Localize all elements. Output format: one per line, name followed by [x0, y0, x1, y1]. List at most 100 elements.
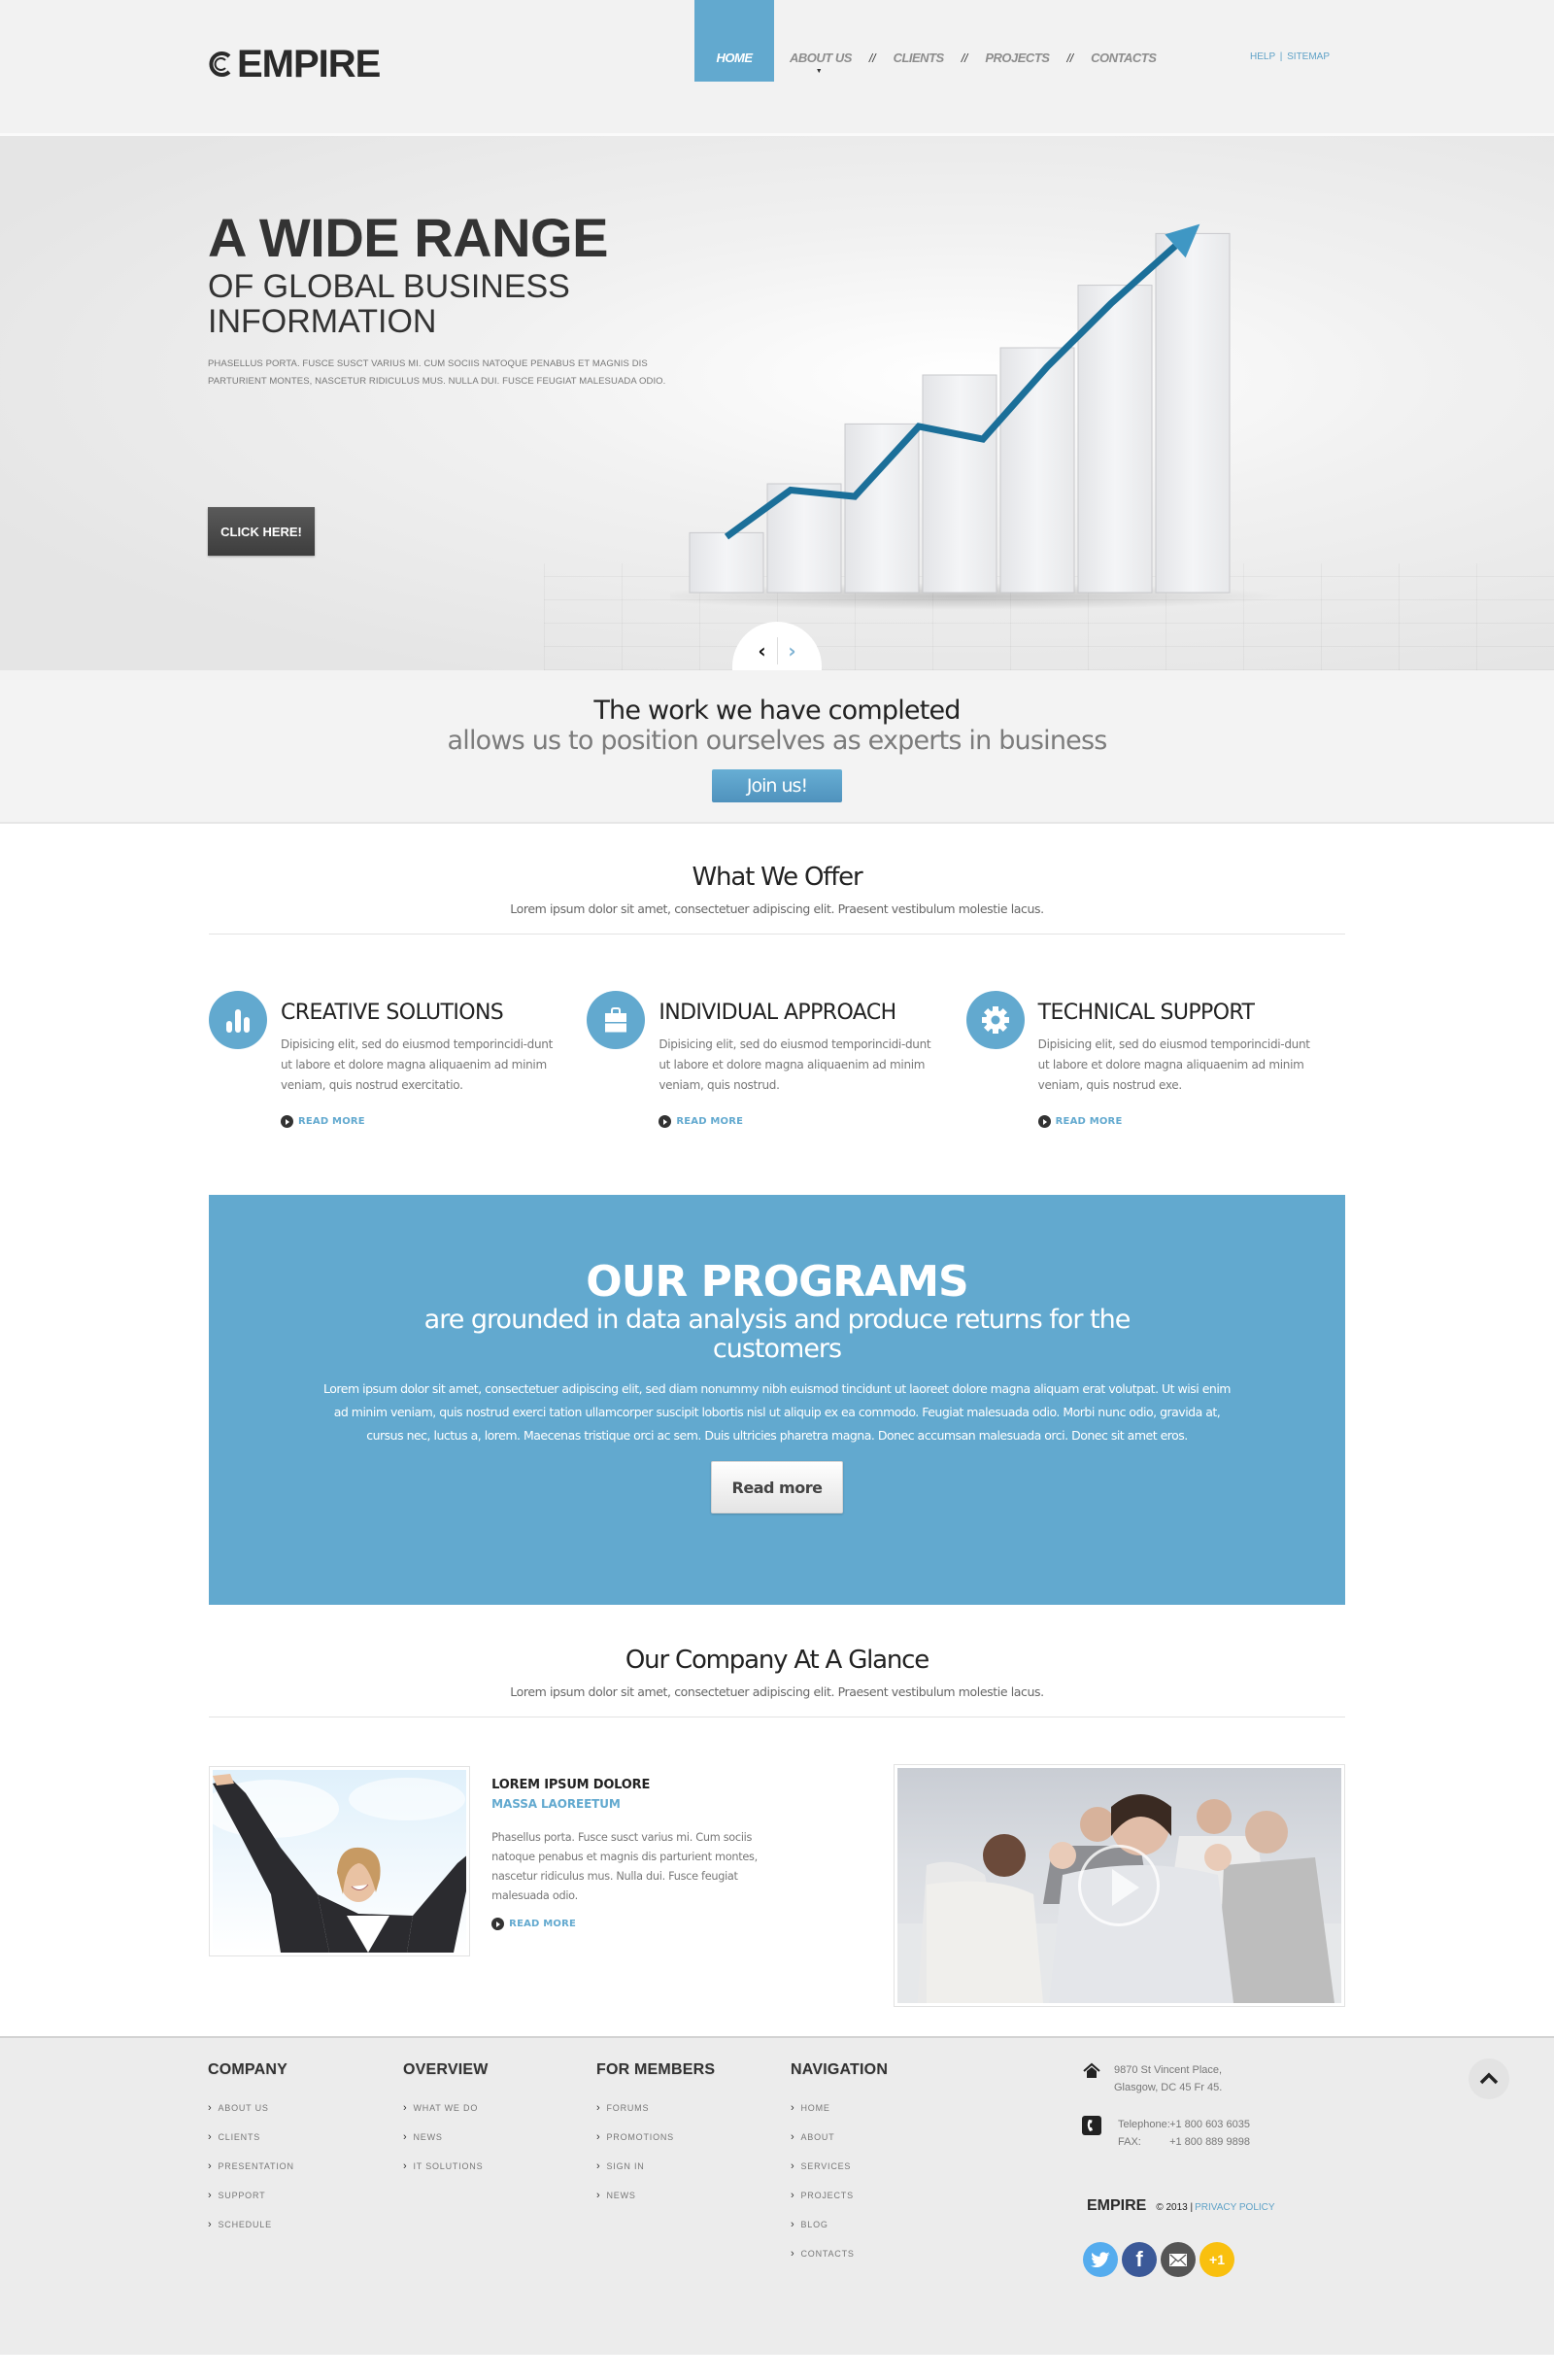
article-subheading: MASSA LAOREETUM: [491, 1797, 621, 1811]
nav-clients[interactable]: CLIENTS: [882, 0, 956, 82]
fax-label: FAX:: [1118, 2136, 1141, 2148]
feature-list: CREATIVE SOLUTIONS Dipisicing elit, sed …: [209, 935, 1345, 1195]
play-video-icon[interactable]: [1078, 1845, 1161, 1926]
nav-projects[interactable]: PROJECTS: [973, 0, 1061, 82]
programs-read-more-button[interactable]: Read more: [711, 1461, 843, 1513]
chevron-up-icon: [1479, 2072, 1499, 2085]
feature-creative-solutions: CREATIVE SOLUTIONS Dipisicing elit, sed …: [209, 991, 588, 1195]
footer-link[interactable]: PROMOTIONS: [596, 2131, 715, 2160]
read-more-link[interactable]: READ MORE: [659, 1115, 930, 1128]
logo-swirl-icon: [208, 51, 233, 78]
video-thumbnail[interactable]: [893, 1764, 1345, 2007]
businesswoman-image: [213, 1770, 467, 1953]
nav-home[interactable]: HOME: [694, 0, 774, 82]
programs-title: OUR PROGRAMS: [586, 1257, 968, 1307]
click-here-button[interactable]: CLICK HERE!: [208, 507, 315, 556]
slider-next-button[interactable]: ›: [778, 641, 807, 661]
what-we-offer-section: What We Offer Lorem ipsum dolor sit amet…: [0, 824, 1554, 1195]
hero-subtitle-line1: OF GLOBAL BUSINESS: [208, 268, 570, 305]
facebook-icon[interactable]: f: [1122, 2242, 1157, 2277]
footer-link[interactable]: SUPPORT: [208, 2190, 294, 2219]
twitter-icon[interactable]: [1083, 2242, 1118, 2277]
privacy-policy-link[interactable]: PRIVACY POLICY: [1195, 2202, 1274, 2213]
footer-link[interactable]: HOME: [791, 2102, 888, 2131]
copyright: © 2013 |: [1156, 2202, 1194, 2213]
cta-banner: The work we have completed allows us to …: [0, 670, 1554, 824]
fax-number: +1 800 889 9898: [1169, 2136, 1250, 2148]
read-more-label: READ MORE: [298, 1116, 365, 1127]
nav-about-us[interactable]: ABOUT US ▼: [774, 0, 863, 82]
article-photo[interactable]: [209, 1766, 471, 1956]
briefcase-icon: [587, 991, 646, 1049]
company-glance-section: Our Company At A Glance Lorem ipsum dolo…: [0, 1605, 1554, 2036]
nav-contacts[interactable]: CONTACTS: [1079, 0, 1167, 82]
footer-link[interactable]: PROJECTS: [791, 2190, 888, 2219]
nav-about-us-label: ABOUT US: [790, 51, 852, 65]
footer-link[interactable]: PRESENTATION: [208, 2160, 294, 2190]
programs-panel: OUR PROGRAMS are grounded in data analys…: [209, 1195, 1345, 1605]
footer-link[interactable]: WHAT WE DO: [403, 2102, 489, 2131]
programs-text: Lorem ipsum dolor sit amet, consectetuer…: [323, 1381, 1231, 1443]
footer-link[interactable]: SERVICES: [791, 2160, 888, 2190]
footer-link-list: HOMEABOUTSERVICESPROJECTSBLOGCONTACTS: [791, 2102, 888, 2277]
footer-brand-name: EMPIRE: [1087, 2197, 1147, 2214]
main-nav: HOME ABOUT US ▼ // CLIENTS // PROJECTS /…: [694, 0, 1167, 82]
footer-link[interactable]: CONTACTS: [791, 2248, 888, 2277]
back-to-top-button[interactable]: [1469, 2058, 1509, 2099]
footer-link[interactable]: SCHEDULE: [208, 2219, 294, 2248]
footer-link[interactable]: NEWS: [596, 2190, 715, 2219]
footer-link[interactable]: IT SOLUTIONS: [403, 2160, 489, 2190]
feature-title: INDIVIDUAL APPROACH: [659, 1001, 896, 1025]
section-subtitle: Lorem ipsum dolor sit amet, consectetuer…: [510, 901, 1044, 916]
footer-column-overview: OVERVIEW WHAT WE DONEWSIT SOLUTIONS: [403, 2061, 489, 2190]
phone-icon: [1082, 2116, 1101, 2135]
address-line2: Glasgow, DC 45 Fr 45.: [1114, 2082, 1223, 2093]
article-heading: LOREM IPSUM DOLORE: [491, 1778, 651, 1792]
footer-link[interactable]: CLIENTS: [208, 2131, 294, 2160]
email-icon[interactable]: [1161, 2242, 1196, 2277]
feature-individual-approach: INDIVIDUAL APPROACH Dipisicing elit, sed…: [587, 991, 965, 1195]
feature-title: TECHNICAL SUPPORT: [1037, 1001, 1255, 1025]
footer-link[interactable]: ABOUT US: [208, 2102, 294, 2131]
feature-text: Dipisicing elit, sed do eiusmod temporin…: [659, 1037, 931, 1092]
footer-link[interactable]: BLOG: [791, 2219, 888, 2248]
slider-prev-button[interactable]: ‹: [748, 641, 777, 661]
feature-technical-support: TECHNICAL SUPPORT Dipisicing elit, sed d…: [965, 991, 1345, 1195]
chart-bar: [689, 531, 764, 594]
hero-slider: A WIDE RANGE OF GLOBAL BUSINESS INFORMAT…: [0, 136, 1554, 670]
chart-bar: [922, 374, 997, 594]
hero-cta: CLICK HERE!: [208, 507, 315, 556]
footer-column-title: COMPANY: [208, 2061, 287, 2078]
join-us-button[interactable]: Join us!: [712, 769, 842, 802]
play-circle-icon: [659, 1115, 672, 1128]
footer-brand: EMPIRE © 2013 | PRIVACY POLICY: [1087, 2197, 1275, 2215]
read-more-link[interactable]: READ MORE: [1037, 1115, 1310, 1128]
footer-column-for-members: FOR MEMBERS FORUMSPROMOTIONSSIGN INNEWS: [596, 2061, 715, 2219]
logo-text: EMPIRE: [237, 43, 381, 85]
hero-chart-illustration: [670, 223, 1282, 610]
utility-links: HELP | SITEMAP: [1250, 51, 1330, 62]
read-more-link[interactable]: READ MORE: [281, 1115, 553, 1128]
footer-link-list: ABOUT USCLIENTSPRESENTATIONSUPPORTSCHEDU…: [208, 2102, 294, 2248]
social-links: f +1: [1083, 2242, 1234, 2277]
hero-text: PHASELLUS PORTA. FUSCE SUSCT VARIUS MI. …: [208, 358, 666, 387]
play-circle-icon: [1037, 1115, 1051, 1128]
section-title: What We Offer: [692, 863, 863, 892]
utility-separator: |: [1279, 51, 1283, 62]
footer-link[interactable]: NEWS: [403, 2131, 489, 2160]
programs-subtitle: are grounded in data analysis and produc…: [423, 1305, 1132, 1364]
nav-separator: //: [868, 51, 876, 65]
logo[interactable]: EMPIRE: [208, 43, 381, 85]
sitemap-link[interactable]: SITEMAP: [1287, 51, 1330, 62]
home-icon: [1082, 2061, 1101, 2081]
help-link[interactable]: HELP: [1250, 51, 1275, 62]
footer-link[interactable]: SIGN IN: [596, 2160, 715, 2190]
hero-subtitle: OF GLOBAL BUSINESS INFORMATION: [208, 269, 713, 339]
footer-link[interactable]: ABOUT: [791, 2131, 888, 2160]
read-more-label: READ MORE: [509, 1919, 577, 1929]
footer-column-title: NAVIGATION: [791, 2061, 889, 2078]
read-more-link[interactable]: READ MORE: [491, 1918, 780, 1930]
google-plus-one-icon[interactable]: +1: [1199, 2242, 1234, 2277]
hero-title: A WIDE RANGE: [208, 207, 608, 268]
footer-link[interactable]: FORUMS: [596, 2102, 715, 2131]
